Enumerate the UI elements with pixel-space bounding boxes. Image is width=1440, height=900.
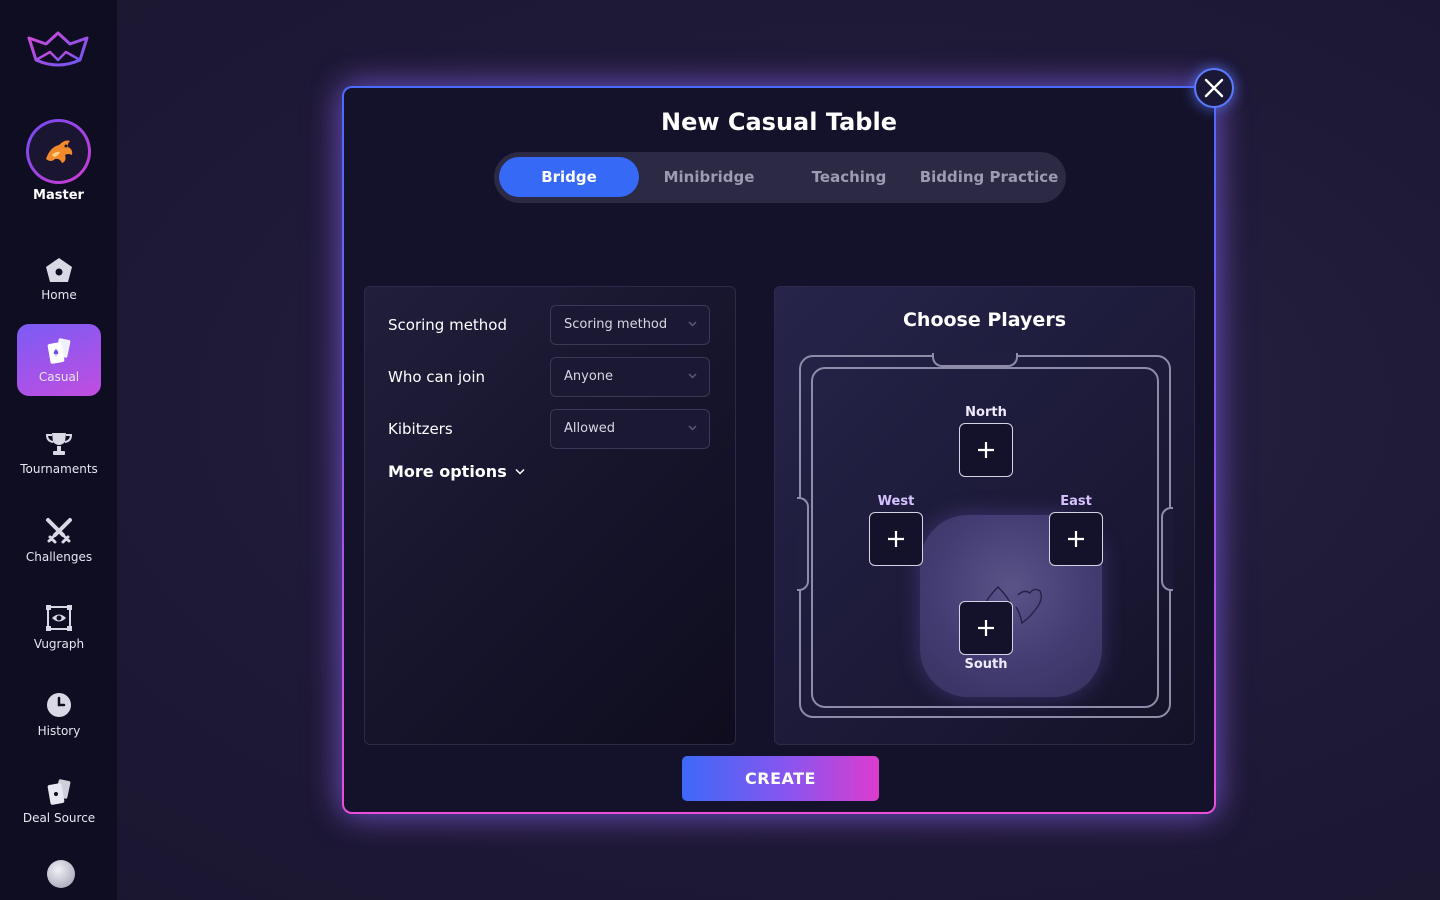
home-icon xyxy=(46,257,72,282)
crown-logo-icon[interactable] xyxy=(26,30,90,72)
table-notch xyxy=(1161,507,1173,591)
settings-orb-icon[interactable] xyxy=(47,860,75,888)
seat-label-west: West xyxy=(877,494,915,509)
cards-icon xyxy=(47,337,71,364)
plus-icon xyxy=(978,620,994,636)
kibitzers-label: Kibitzers xyxy=(388,420,453,438)
eye-frame-icon xyxy=(46,604,72,631)
close-dialog-button[interactable] xyxy=(1194,68,1234,108)
dragon-emblem-icon xyxy=(29,122,88,181)
create-table-button[interactable]: CREATE xyxy=(682,756,879,801)
scoring-method-label: Scoring method xyxy=(388,316,508,334)
plus-icon xyxy=(888,531,904,547)
scoring-method-row: Scoring method Scoring method xyxy=(388,305,710,347)
choose-players-title: Choose Players xyxy=(902,309,1066,331)
chevron-down-icon xyxy=(688,373,697,379)
sidebar-item-history[interactable]: History xyxy=(17,678,101,750)
seat-label-south: South xyxy=(964,657,1008,672)
who-can-join-select[interactable]: Anyone xyxy=(550,357,710,397)
sidebar-item-challenges[interactable]: Challenges xyxy=(17,504,101,576)
add-player-north-button[interactable] xyxy=(959,423,1013,477)
sidebar-item-label: Challenges xyxy=(25,549,93,564)
sidebar-item-home[interactable]: Home xyxy=(17,243,101,315)
new-casual-table-dialog: New Casual Table Bridge Minibridge Teach… xyxy=(342,86,1216,814)
tab-bridge[interactable]: Bridge xyxy=(499,157,639,197)
who-can-join-value: Anyone xyxy=(564,369,614,384)
plus-icon xyxy=(978,442,994,458)
more-options-label: More options xyxy=(388,462,507,481)
close-icon xyxy=(1204,78,1224,98)
seat-label-north: North xyxy=(965,405,1007,420)
chevron-down-icon xyxy=(688,425,697,431)
sidebar-item-tournaments[interactable]: Tournaments xyxy=(17,417,101,489)
who-can-join-label: Who can join xyxy=(388,368,486,386)
choose-players-panel: Choose Players North West East South xyxy=(774,286,1195,745)
tab-minibridge[interactable]: Minibridge xyxy=(639,157,779,197)
sidebar-item-vugraph[interactable]: Vugraph xyxy=(17,591,101,663)
avatar[interactable] xyxy=(26,119,91,184)
table-settings-panel: Scoring method Scoring method Who can jo… xyxy=(364,286,736,745)
sidebar: Master Home Casual Tournaments Challenge… xyxy=(0,0,117,900)
plus-icon xyxy=(1068,531,1084,547)
add-player-west-button[interactable] xyxy=(869,512,923,566)
dialog-title: New Casual Table xyxy=(660,108,897,136)
swords-icon xyxy=(46,517,72,543)
sidebar-item-deal-source[interactable]: Deal Source xyxy=(17,765,101,837)
tab-teaching[interactable]: Teaching xyxy=(779,157,919,197)
table-notch xyxy=(797,497,809,591)
sidebar-item-label: Deal Source xyxy=(22,810,96,825)
kibitzers-row: Kibitzers Allowed xyxy=(388,409,710,451)
sidebar-item-label: Casual xyxy=(38,369,80,384)
more-options-toggle[interactable]: More options xyxy=(388,462,525,481)
chevron-down-icon xyxy=(688,321,697,327)
deal-cards-icon xyxy=(47,778,71,805)
rank-label: Master xyxy=(33,188,84,203)
add-player-east-button[interactable] xyxy=(1049,512,1103,566)
clock-icon xyxy=(47,692,71,717)
trophy-icon xyxy=(45,432,73,455)
sidebar-item-casual[interactable]: Casual xyxy=(17,324,101,396)
scoring-method-value: Scoring method xyxy=(564,317,668,332)
kibitzers-select[interactable]: Allowed xyxy=(550,409,710,449)
scoring-method-select[interactable]: Scoring method xyxy=(550,305,710,345)
table-notch xyxy=(932,353,1018,367)
seat-label-east: East xyxy=(1060,494,1092,509)
sidebar-item-label: History xyxy=(37,723,81,738)
game-type-tabs: Bridge Minibridge Teaching Bidding Pract… xyxy=(494,152,1066,203)
tab-bidding-practice[interactable]: Bidding Practice xyxy=(919,157,1059,197)
add-player-south-button[interactable] xyxy=(959,601,1013,655)
kibitzers-value: Allowed xyxy=(564,421,615,436)
chevron-down-icon xyxy=(515,468,525,475)
who-can-join-row: Who can join Anyone xyxy=(388,357,710,399)
bridge-table: North West East South xyxy=(797,353,1173,718)
sidebar-item-label: Vugraph xyxy=(33,636,85,651)
sidebar-item-label: Home xyxy=(41,287,77,302)
sidebar-item-label: Tournaments xyxy=(20,461,98,476)
